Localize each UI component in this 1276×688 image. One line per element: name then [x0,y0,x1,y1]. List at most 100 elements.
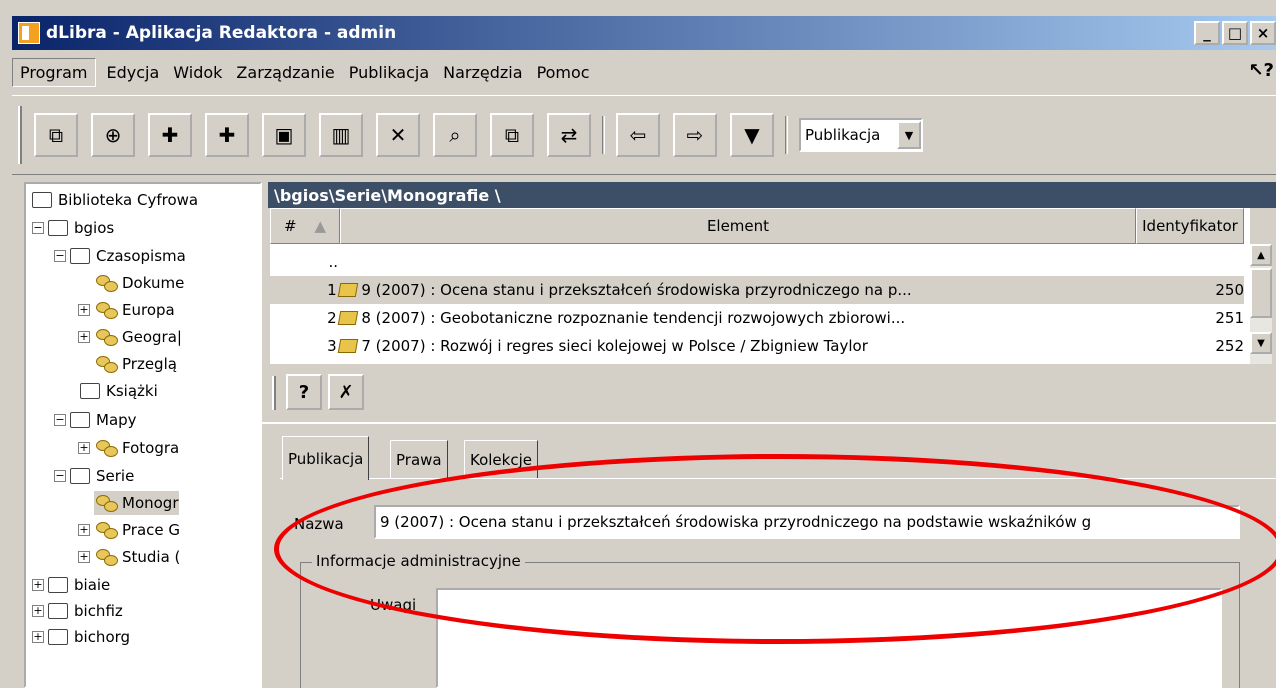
publication-icon [337,283,358,297]
name-label: Nazwa [294,515,344,533]
tree-item[interactable]: + Studia ( [78,545,180,569]
collapse-icon[interactable]: − [54,250,66,262]
close-button[interactable]: × [1250,21,1276,45]
tree-item[interactable]: + Europa [78,298,175,322]
tree-item[interactable]: + Geogra| [78,325,182,349]
menu-view[interactable]: Widok [166,59,229,86]
tree-label: Biblioteka Cyfrowa [58,191,199,209]
collapse-icon[interactable]: − [32,222,44,234]
table-row-selected[interactable]: 19 (2007) : Ocena stanu i przekształceń … [270,276,1244,304]
dropdown-arrow-icon[interactable]: ▼ [730,113,774,157]
add-group-icon[interactable]: ✚ [148,113,192,157]
tree-item[interactable]: − Serie [54,464,134,488]
scroll-down-icon[interactable]: ▼ [1250,332,1272,354]
menu-help[interactable]: Pomoc [530,59,597,86]
tree-item[interactable]: + Fotogra [78,436,179,460]
tree-label: Monogr [122,494,179,512]
scroll-up-icon[interactable]: ▲ [1250,244,1272,266]
tree-item-root[interactable]: Biblioteka Cyfrowa [32,188,198,212]
disabled-copy-icon[interactable]: ⧉ [34,113,78,157]
tree-item[interactable]: Przeglą [94,352,177,376]
name-field[interactable]: 9 (2007) : Ocena stanu i przekształceń ś… [374,505,1240,539]
expand-icon[interactable]: + [32,579,44,591]
tree-item[interactable]: + bichfiz [32,599,123,623]
tree-item[interactable]: − Mapy [54,408,137,432]
tree-item-selected[interactable]: Monogr [94,491,179,515]
tree-label: bgios [74,219,115,237]
forward-arrow-icon[interactable]: ⇨ [673,113,717,157]
expand-icon[interactable]: + [78,442,90,454]
publication-icon [337,311,358,325]
table-row[interactable]: 28 (2007) : Geobotaniczne rozpoznanie te… [270,304,1244,332]
new-document-icon[interactable]: ▣ [262,113,306,157]
minimize-button[interactable]: _ [1194,21,1220,45]
tree-item[interactable]: − bgios [32,216,114,240]
window-title: dLibra - Aplikacja Redaktora - admin [46,23,397,43]
collapse-icon[interactable]: − [54,414,66,426]
remove-document-icon[interactable]: ✕ [376,113,420,157]
table-scrollbar[interactable]: ▲ ▼ [1250,244,1272,364]
expand-icon[interactable]: + [32,631,44,643]
disabled-document-icon[interactable]: ⧉ [490,113,534,157]
tab-collections[interactable]: Kolekcje [464,440,538,478]
add-publication-icon[interactable]: ✚ [205,113,249,157]
tab-rights[interactable]: Prawa [390,440,448,478]
folder-icon [48,629,68,645]
tree-item[interactable]: − Czasopisma [54,244,186,268]
combo-arrow-icon[interactable]: ▼ [897,121,921,149]
tree-item[interactable]: + Prace G [78,518,180,542]
notes-label: Uwagi [370,596,417,614]
table-row[interactable]: 37 (2007) : Rozwój i regres sieci kolejo… [270,332,1244,360]
table-header: # ▲ Element Identyfikator [270,208,1250,244]
search-icon[interactable]: ⌕ [433,113,477,157]
menu-program[interactable]: Program [12,57,96,87]
expand-icon[interactable]: + [78,551,90,563]
column-identifier[interactable]: Identyfikator [1136,208,1244,244]
menu-management[interactable]: Zarządzanie [229,59,341,86]
tree-item[interactable]: + bichorg [32,625,130,649]
toolbar-grip[interactable] [272,376,276,410]
column-number[interactable]: # ▲ [270,208,340,244]
tree-label: biaie [74,576,111,594]
folder-icon [48,220,68,236]
app-icon [18,22,40,44]
collection-icon [94,302,118,319]
menu-tools[interactable]: Narzędzia [436,59,529,86]
column-element[interactable]: Element [340,208,1136,244]
tab-publication[interactable]: Publikacja [282,436,370,480]
notes-textarea[interactable] [436,588,1222,688]
collapse-icon[interactable]: − [54,470,66,482]
scroll-thumb[interactable] [1250,268,1272,318]
remove-publication-icon[interactable]: ✗ [328,374,364,410]
tree-label: Prace G [122,521,181,539]
menu-bar: Program Edycja Widok Zarządzanie Publika… [12,52,1276,92]
toolbar-grip[interactable] [18,106,22,164]
toolbar-separator [785,116,788,154]
maximize-button[interactable]: □ [1222,21,1248,45]
expand-icon[interactable]: + [78,524,90,536]
collection-icon [94,495,118,512]
expand-icon[interactable]: + [78,331,90,343]
tree-label: Studia ( [122,548,181,566]
tree-label: bichorg [74,628,131,646]
expand-icon[interactable]: + [78,304,90,316]
elements-table[interactable]: # ▲ Element Identyfikator .. 19 (2007) : … [270,208,1250,364]
expand-icon[interactable]: + [32,605,44,617]
delete-icon[interactable]: ▥ [319,113,363,157]
library-tree[interactable]: Biblioteka Cyfrowa − bgios − Czasopisma Do… [24,182,262,688]
export-icon[interactable]: ⇄ [547,113,591,157]
publication-type-select[interactable]: Publikacja ▼ [799,118,923,152]
properties-icon[interactable]: ? [286,374,322,410]
tree-item[interactable]: + biaie [32,573,110,597]
tree-item[interactable]: Dokume [94,271,184,295]
back-arrow-icon[interactable]: ⇦ [616,113,660,157]
toolbar-separator [602,116,605,154]
help-cursor-icon[interactable]: ↖? [1248,60,1274,81]
table-row-parent[interactable]: .. [270,248,1244,276]
window-buttons: _ □ × [1194,21,1276,45]
collection-icon [94,549,118,566]
tree-item[interactable]: Książki [80,379,158,403]
add-directory-icon[interactable]: ⊕ [91,113,135,157]
menu-publication[interactable]: Publikacja [342,59,436,86]
menu-edit[interactable]: Edycja [100,59,167,86]
